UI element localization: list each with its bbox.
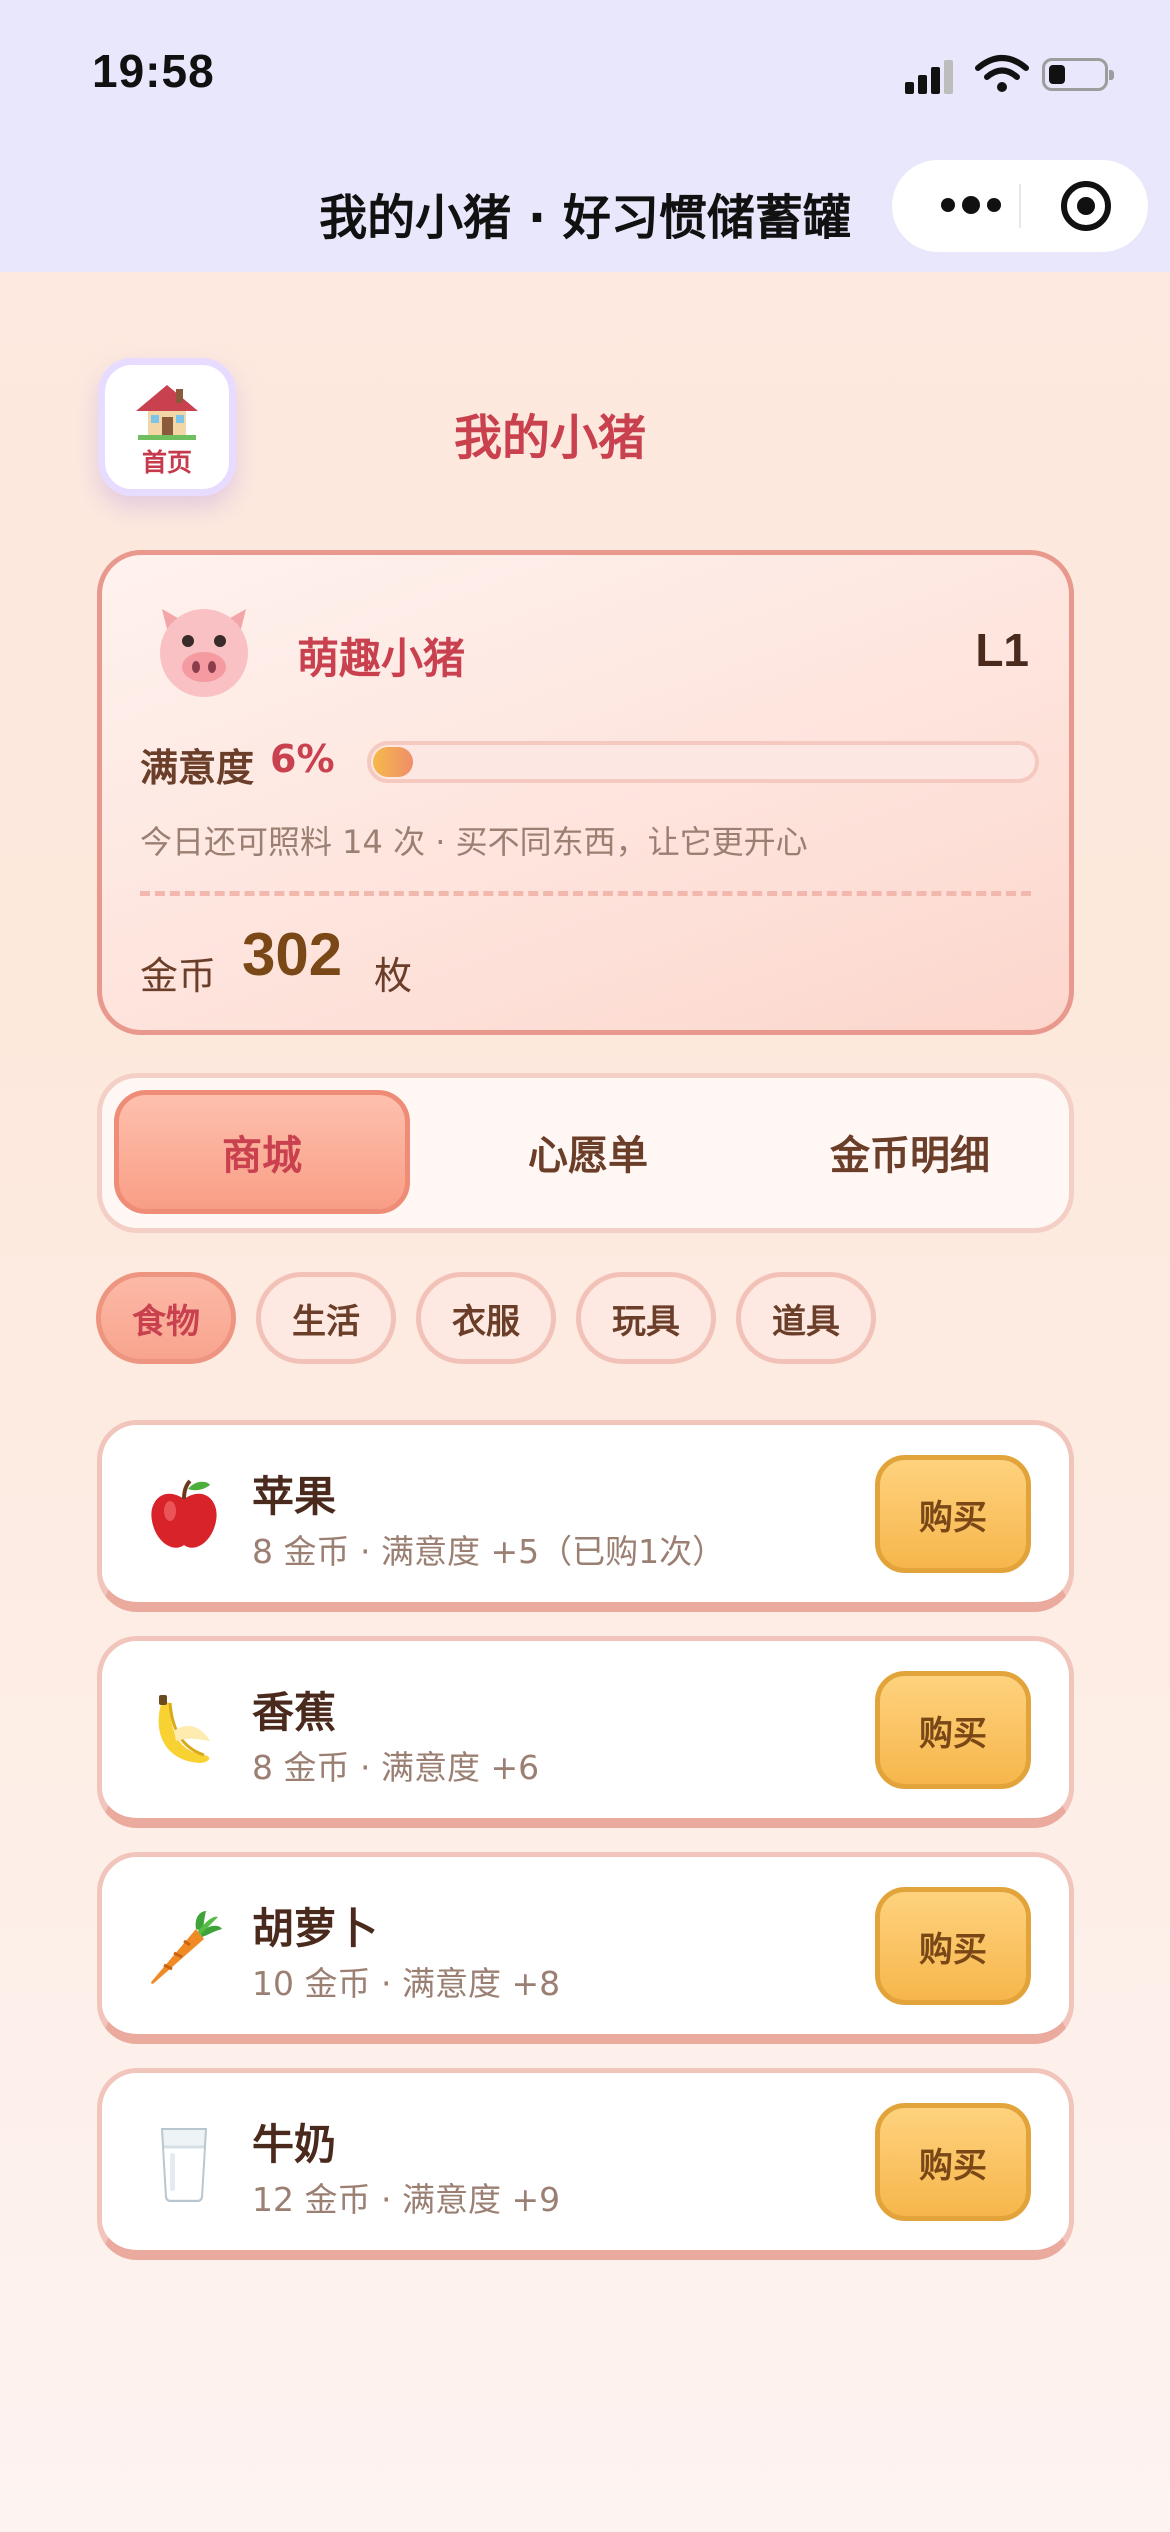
tab-shop[interactable]: 商城 [114, 1090, 410, 1214]
home-label: 首页 [141, 448, 192, 477]
item-price-desc: 12 金币 · 满意度 +9 [252, 2180, 561, 2219]
more-icon[interactable] [926, 180, 1016, 230]
shop-item-card: 苹果 8 金币 · 满意度 +5（已购1次） 购买 [97, 1420, 1074, 1612]
satisfaction-progress-fill [373, 747, 413, 777]
capsule-divider [1019, 184, 1021, 228]
apple-icon [151, 1479, 217, 1548]
item-name: 牛奶 [252, 2120, 337, 2169]
pig-level: L1 [975, 624, 1029, 676]
battery-icon [1042, 58, 1114, 91]
shop-item-card: 香蕉 8 金币 · 满意度 +6 购买 [97, 1636, 1074, 1828]
nav-title: 我的小猪 · 好习惯储蓄罐 [319, 190, 851, 246]
satisfaction-value: 6% [270, 737, 335, 781]
wifi-icon [975, 55, 1029, 92]
carrot-icon [151, 1911, 222, 1984]
tab-coin-history[interactable]: 金币明细 [762, 1090, 1058, 1214]
category-chip-clothes[interactable]: 衣服 [416, 1272, 556, 1364]
buy-button[interactable]: 购买 [875, 1671, 1031, 1789]
category-chip-toys[interactable]: 玩具 [576, 1272, 716, 1364]
item-price-desc: 8 金币 · 满意度 +6 [252, 1748, 540, 1787]
pig-icon [160, 609, 248, 697]
buy-button[interactable]: 购买 [875, 1455, 1031, 1573]
close-miniprogram-icon[interactable] [1058, 178, 1114, 234]
house-icon [136, 385, 198, 440]
category-chip-food[interactable]: 食物 [96, 1272, 236, 1364]
banana-icon [158, 1695, 210, 1763]
tab-wishlist[interactable]: 心愿单 [440, 1090, 736, 1214]
item-price-desc: 10 金币 · 满意度 +8 [252, 1964, 561, 2003]
item-name: 苹果 [252, 1472, 337, 1521]
coins-label: 金币 [140, 954, 217, 998]
category-chip-props[interactable]: 道具 [736, 1272, 876, 1364]
milk-icon [160, 2128, 208, 2202]
satisfaction-progress-bar [367, 741, 1039, 783]
category-chip-life[interactable]: 生活 [256, 1272, 396, 1364]
item-name: 胡萝卜 [252, 1904, 379, 1953]
coins-value: 302 [242, 921, 343, 988]
divider [140, 891, 1031, 896]
buy-button[interactable]: 购买 [875, 2103, 1031, 2221]
buy-button[interactable]: 购买 [875, 1887, 1031, 2005]
signal-icon [905, 56, 959, 94]
page-title: 我的小猪 [453, 410, 646, 466]
item-price-desc: 8 金币 · 满意度 +5（已购1次） [252, 1532, 726, 1571]
coins-unit: 枚 [374, 954, 413, 998]
home-button[interactable]: 首页 [98, 358, 236, 496]
pig-status-card: 萌趣小猪 L1 满意度 6% 今日还可照料 14 次 · 买不同东西，让它更开心… [97, 550, 1074, 1035]
status-time: 19:58 [92, 45, 215, 97]
shop-item-card: 胡萝卜 10 金币 · 满意度 +8 购买 [97, 1852, 1074, 2044]
pig-name: 萌趣小猪 [297, 634, 466, 683]
top-bar: 19:58 我的小猪 · 好习惯储蓄罐 [0, 0, 1170, 272]
satisfaction-label: 满意度 [140, 746, 255, 790]
care-hint: 今日还可照料 14 次 · 买不同东西，让它更开心 [140, 823, 808, 861]
mini-program-capsule [892, 160, 1148, 252]
item-name: 香蕉 [252, 1688, 337, 1737]
shop-item-card: 牛奶 12 金币 · 满意度 +9 购买 [97, 2068, 1074, 2260]
main-tab-bar: 商城 心愿单 金币明细 [97, 1073, 1074, 1233]
